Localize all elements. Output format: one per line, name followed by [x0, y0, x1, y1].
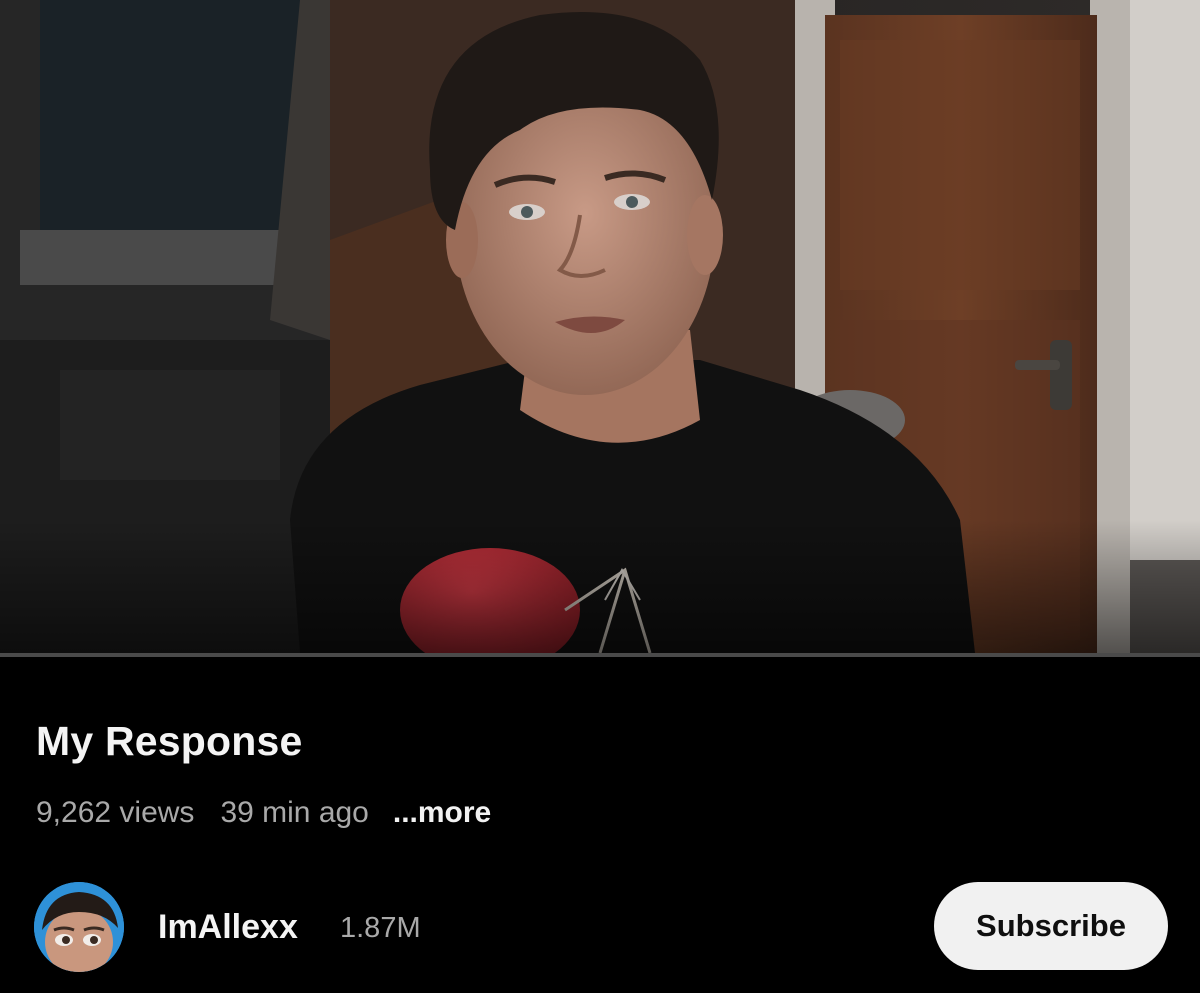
avatar-image [34, 882, 124, 972]
channel-row: ImAllexx 1.87M Subscribe [34, 882, 1168, 974]
video-meta[interactable]: 9,262 views 39 min ago ...more [36, 796, 491, 830]
video-player[interactable] [0, 0, 1200, 653]
more-link[interactable]: ...more [393, 796, 491, 830]
progress-bar[interactable] [0, 653, 1200, 657]
channel-name[interactable]: ImAllexx [158, 908, 298, 947]
upload-age: 39 min ago [220, 796, 369, 829]
view-count: 9,262 views [36, 796, 195, 829]
video-frame [0, 0, 1200, 653]
video-title: My Response [36, 718, 303, 764]
channel-avatar[interactable] [34, 882, 124, 972]
subscribe-button[interactable]: Subscribe [934, 882, 1168, 970]
subscriber-count: 1.87M [340, 912, 421, 944]
